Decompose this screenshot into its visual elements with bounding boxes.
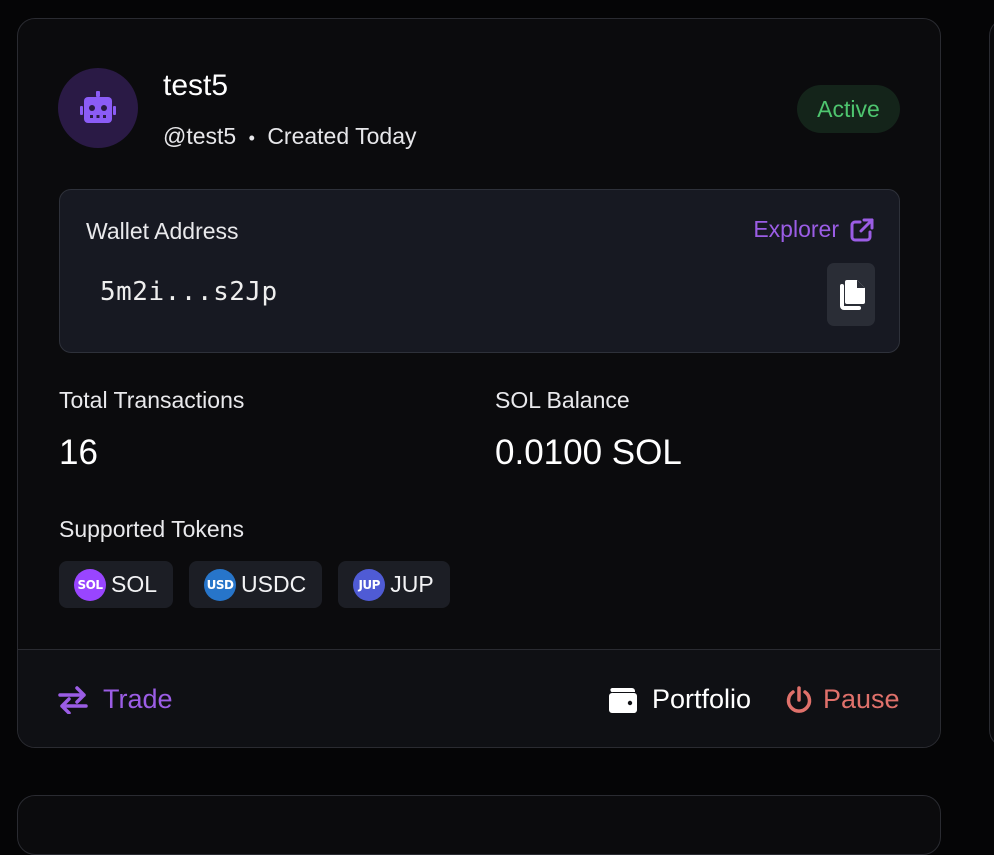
- pause-button[interactable]: Pause: [785, 684, 900, 715]
- external-link-icon: [850, 218, 874, 241]
- swap-arrows-icon: [58, 685, 88, 714]
- token-chip: SOL SOL: [59, 561, 174, 608]
- agent-handle: @test5: [163, 123, 237, 149]
- token-chip: JUP JUP: [338, 561, 450, 608]
- meta-separator: •: [248, 128, 255, 148]
- explorer-label: Explorer: [753, 216, 839, 242]
- card-footer: Trade Portfolio Pause: [18, 649, 940, 747]
- token-name: JUP: [390, 571, 434, 597]
- pause-label: Pause: [823, 684, 900, 714]
- agent-avatar: [58, 68, 138, 148]
- agent-name: test5: [163, 69, 229, 102]
- trade-button[interactable]: Trade: [58, 684, 173, 715]
- trade-label: Trade: [103, 684, 173, 714]
- transactions-value: 16: [59, 433, 98, 472]
- robot-icon: [80, 91, 116, 123]
- status-badge: Active: [797, 85, 900, 133]
- portfolio-button[interactable]: Portfolio: [608, 684, 751, 715]
- token-name: USDC: [241, 571, 307, 597]
- agent-card: test5 @test5 • Created Today Active Wall…: [17, 18, 941, 748]
- next-card: [17, 795, 941, 855]
- sol-token-icon: SOL: [74, 568, 106, 601]
- explorer-link[interactable]: Explorer: [753, 216, 875, 243]
- portfolio-label: Portfolio: [652, 684, 752, 714]
- wallet-label: Wallet Address: [86, 218, 239, 244]
- power-icon: [786, 685, 812, 713]
- wallet-icon: [609, 687, 637, 713]
- token-list: SOL SOL USD USDC JUP JUP: [59, 561, 450, 608]
- wallet-panel: Wallet Address Explorer 5m2i...s2Jp: [59, 189, 900, 353]
- token-chip: USD USDC: [189, 561, 323, 608]
- tokens-label: Supported Tokens: [59, 516, 244, 542]
- agent-created: Created Today: [267, 123, 417, 149]
- jup-token-icon: JUP: [353, 568, 386, 601]
- transactions-label: Total Transactions: [59, 387, 245, 413]
- token-name: SOL: [111, 571, 158, 597]
- copy-address-button[interactable]: [827, 263, 875, 326]
- usdc-token-icon: USD: [204, 568, 237, 601]
- wallet-address: 5m2i...s2Jp: [100, 277, 278, 307]
- agent-meta: @test5 • Created Today: [163, 123, 417, 150]
- balance-value: 0.0100 SOL: [495, 433, 682, 472]
- copy-icon: [840, 279, 865, 310]
- adjacent-card: [989, 18, 994, 748]
- balance-label: SOL Balance: [495, 387, 630, 413]
